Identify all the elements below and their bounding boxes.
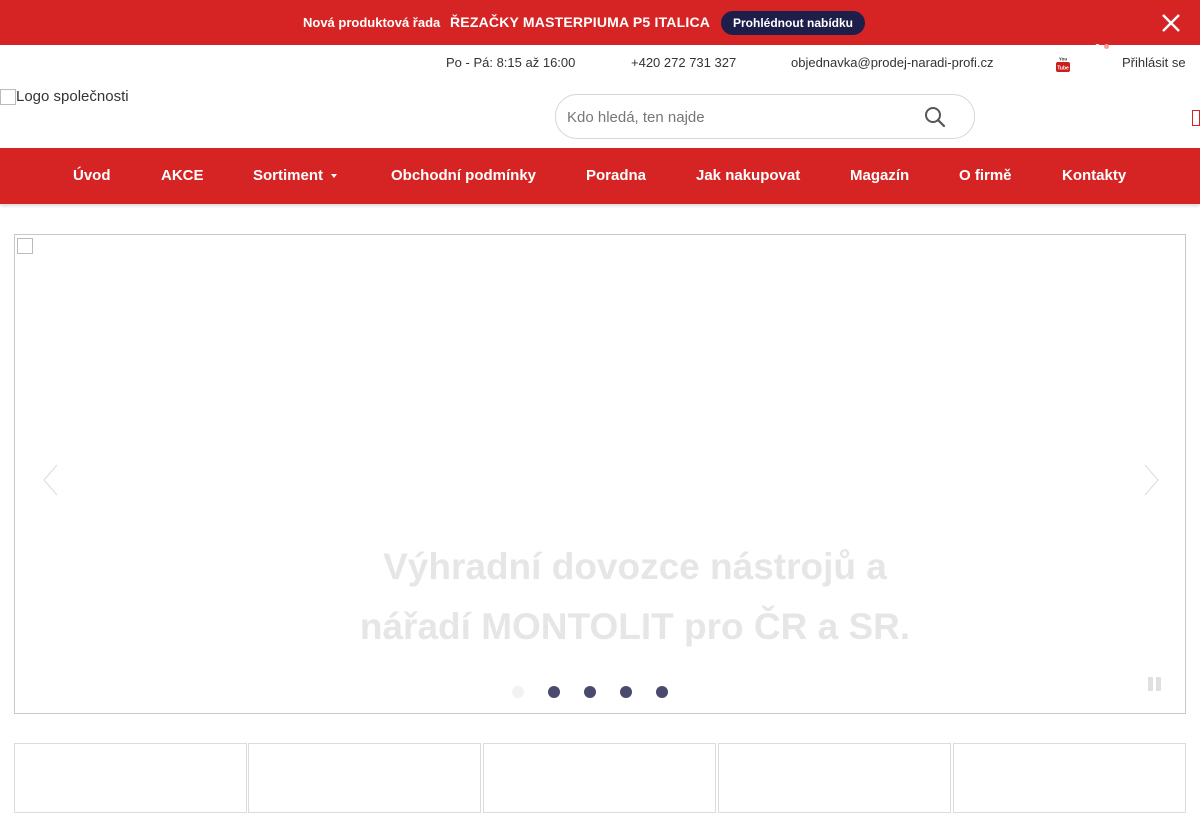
login-link[interactable]: Přihlásit se xyxy=(1122,55,1186,70)
pager-dot[interactable] xyxy=(548,686,560,698)
chevron-right-icon[interactable] xyxy=(1141,463,1161,497)
opening-hours: Po - Pá: 8:15 až 16:00 xyxy=(446,55,576,70)
svg-text:You: You xyxy=(1059,57,1067,62)
company-logo[interactable]: Logo společnosti xyxy=(0,88,129,105)
promo-cta-button[interactable]: Prohlédnout nabídku xyxy=(721,11,865,35)
nav-item-sortiment[interactable]: Sortiment xyxy=(253,167,338,184)
broken-image-icon xyxy=(17,238,33,254)
search-icon[interactable] xyxy=(924,106,946,128)
promo-pager xyxy=(1095,36,1113,54)
phone-link[interactable]: +420 272 731 327 xyxy=(631,55,736,70)
search-box xyxy=(555,94,975,139)
email-link[interactable]: objednavka@prodej-naradi-profi.cz xyxy=(791,55,994,70)
chevron-left-icon[interactable] xyxy=(41,463,61,497)
category-tile[interactable] xyxy=(718,743,951,813)
pager-dot[interactable] xyxy=(584,686,596,698)
promo-pre-label: Nová produktová řada xyxy=(303,15,441,30)
category-tile[interactable] xyxy=(248,743,481,813)
youtube-icon[interactable]: You Tube xyxy=(1056,56,1070,72)
nav-item-terms[interactable]: Obchodní podmínky xyxy=(391,167,536,184)
nav-item-contacts[interactable]: Kontakty xyxy=(1062,167,1126,184)
pause-icon[interactable] xyxy=(1148,677,1164,691)
promo-pager-dot[interactable] xyxy=(1104,44,1109,49)
nav-item-advice[interactable]: Poradna xyxy=(586,167,646,184)
promo-bar: Nová produktová řada ŘEZAČKY MASTERPIUMA… xyxy=(0,0,1200,49)
nav-item-magazine[interactable]: Magazín xyxy=(850,167,909,184)
slider-pager xyxy=(512,685,692,703)
slide-caption-line: nářadí MONTOLIT pro ČR a SR. xyxy=(359,606,911,647)
hero-slider: Výhradní dovozce nástrojů a nářadí MONTO… xyxy=(14,234,1186,714)
category-tile[interactable] xyxy=(953,743,1186,813)
nav-item-home[interactable]: Úvod xyxy=(73,167,111,184)
search-input[interactable] xyxy=(567,107,907,127)
nav-item-how-to-buy[interactable]: Jak nakupovat xyxy=(696,167,800,184)
broken-image-icon xyxy=(0,88,16,105)
category-tile[interactable] xyxy=(483,743,716,813)
pager-dot[interactable] xyxy=(620,686,632,698)
nav-item-akce[interactable]: AKCE xyxy=(161,167,204,184)
promo-pager-dot-active[interactable] xyxy=(1095,44,1100,49)
caret-down-icon xyxy=(331,174,338,179)
nav-item-sortiment-label: Sortiment xyxy=(253,167,324,184)
main-nav: Úvod AKCE Sortiment Obchodní podmínky Po… xyxy=(0,148,1200,204)
promo-headline[interactable]: ŘEZAČKY MASTERPIUMA P5 ITALICA xyxy=(450,14,710,30)
slide-caption-line: Výhradní dovozce nástrojů a xyxy=(383,546,887,587)
nav-item-about[interactable]: O firmě xyxy=(959,167,1012,184)
logo-alt-text: Logo společnosti xyxy=(16,88,129,105)
svg-text:Tube: Tube xyxy=(1057,66,1069,72)
pager-dot[interactable] xyxy=(656,686,668,698)
slide-caption: Výhradní dovozce nástrojů a nářadí MONTO… xyxy=(285,537,985,657)
pager-dot-active[interactable] xyxy=(512,686,524,698)
cart-icon[interactable] xyxy=(1192,110,1200,126)
category-tile[interactable] xyxy=(14,743,247,813)
close-icon[interactable] xyxy=(1160,12,1182,34)
